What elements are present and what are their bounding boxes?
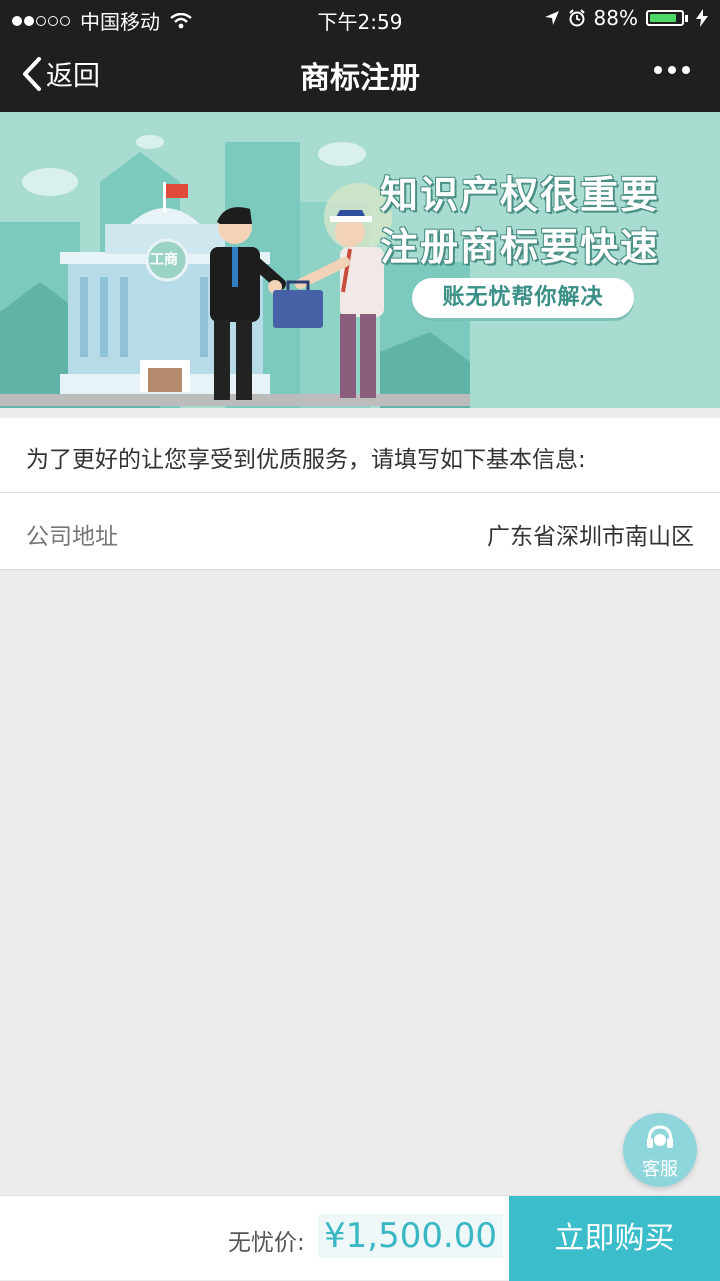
nav-bar: 返回 商标注册 xyxy=(0,36,720,112)
bottom-bar: 无忧价: ¥1,500.00 立即购买 xyxy=(0,1195,720,1281)
status-right: 88% xyxy=(536,6,708,30)
more-menu-button[interactable] xyxy=(648,66,690,74)
charging-bolt-icon xyxy=(696,9,708,27)
battery-cap xyxy=(685,14,688,22)
company-address-field[interactable]: 公司地址 广东省深圳市南山区 xyxy=(0,493,720,570)
promo-banner[interactable]: 知识产权很重要 注册商标要快速 账无忧帮你解决 工商 xyxy=(0,112,720,408)
field-label: 公司地址 xyxy=(26,524,118,550)
banner-headline-2: 注册商标要快速 xyxy=(380,225,661,269)
price-label: 无忧价: xyxy=(228,1230,305,1256)
page-title: 商标注册 xyxy=(300,61,420,96)
price-value: ¥1,500.00 xyxy=(318,1214,504,1258)
field-value: 广东省深圳市南山区 xyxy=(487,524,694,550)
alarm-icon xyxy=(568,9,585,27)
customer-service-button[interactable]: 客服 xyxy=(623,1113,697,1187)
buy-now-button[interactable]: 立即购买 xyxy=(509,1196,720,1281)
more-dot xyxy=(654,66,662,74)
intro-row: 为了更好的让您享受到优质服务，请填写如下基本信息: xyxy=(0,418,720,493)
status-bar: 中国移动 下午2:59 88% xyxy=(0,0,720,36)
intro-text: 为了更好的让您享受到优质服务，请填写如下基本信息: xyxy=(26,447,586,473)
banner-headline-1: 知识产权很重要 xyxy=(380,173,661,217)
location-arrow-icon xyxy=(544,11,559,25)
more-dot xyxy=(682,66,690,74)
banner-pill: 账无忧帮你解决 xyxy=(412,278,634,318)
service-label: 客服 xyxy=(642,1159,678,1180)
battery-percent: 88% xyxy=(593,6,638,30)
headset-icon xyxy=(647,1125,673,1148)
more-dot xyxy=(668,66,676,74)
building-sign-text: 工商 xyxy=(150,252,178,268)
battery-icon xyxy=(646,10,684,26)
battery-level-fill xyxy=(650,14,677,22)
